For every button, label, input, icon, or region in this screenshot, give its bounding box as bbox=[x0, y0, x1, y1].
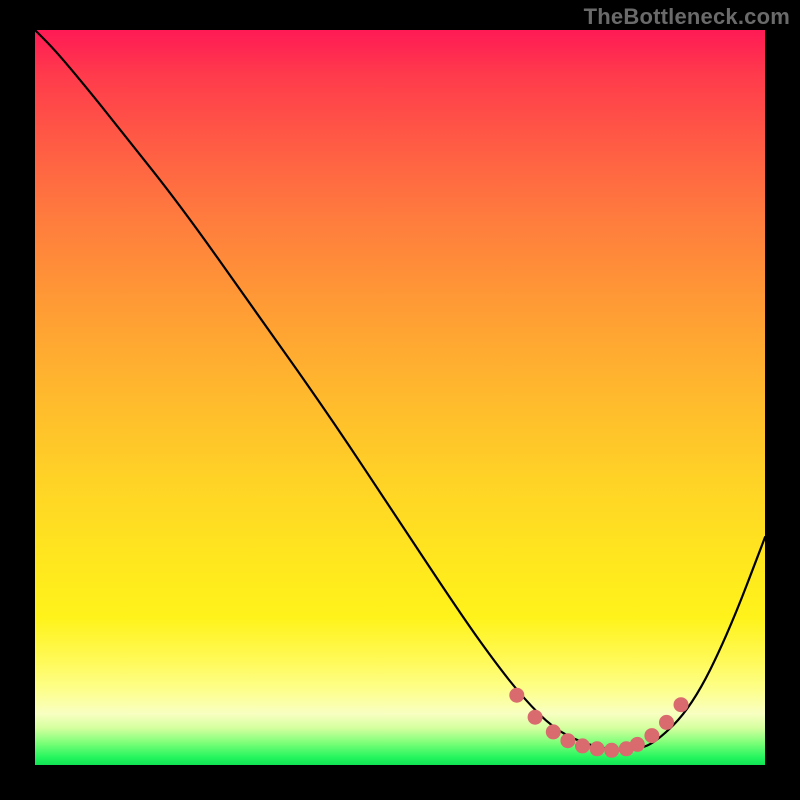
chart-container: TheBottleneck.com bbox=[0, 0, 800, 800]
optimal-range-dot bbox=[660, 716, 673, 729]
optimal-range-dot bbox=[510, 689, 523, 702]
optimal-range-dot bbox=[605, 744, 618, 757]
optimal-range-dot bbox=[675, 698, 688, 711]
optimal-range-dot bbox=[529, 711, 542, 724]
optimal-range-dot bbox=[576, 739, 589, 752]
plot-overlay bbox=[35, 30, 765, 765]
bottleneck-curve bbox=[35, 30, 765, 750]
optimal-range-dot bbox=[561, 734, 574, 747]
optimal-range-dot bbox=[547, 725, 560, 738]
optimal-range-dot bbox=[631, 738, 644, 751]
watermark-text: TheBottleneck.com bbox=[584, 4, 790, 30]
optimal-range-dots bbox=[510, 689, 687, 757]
optimal-range-dot bbox=[591, 742, 604, 755]
optimal-range-dot bbox=[645, 729, 658, 742]
